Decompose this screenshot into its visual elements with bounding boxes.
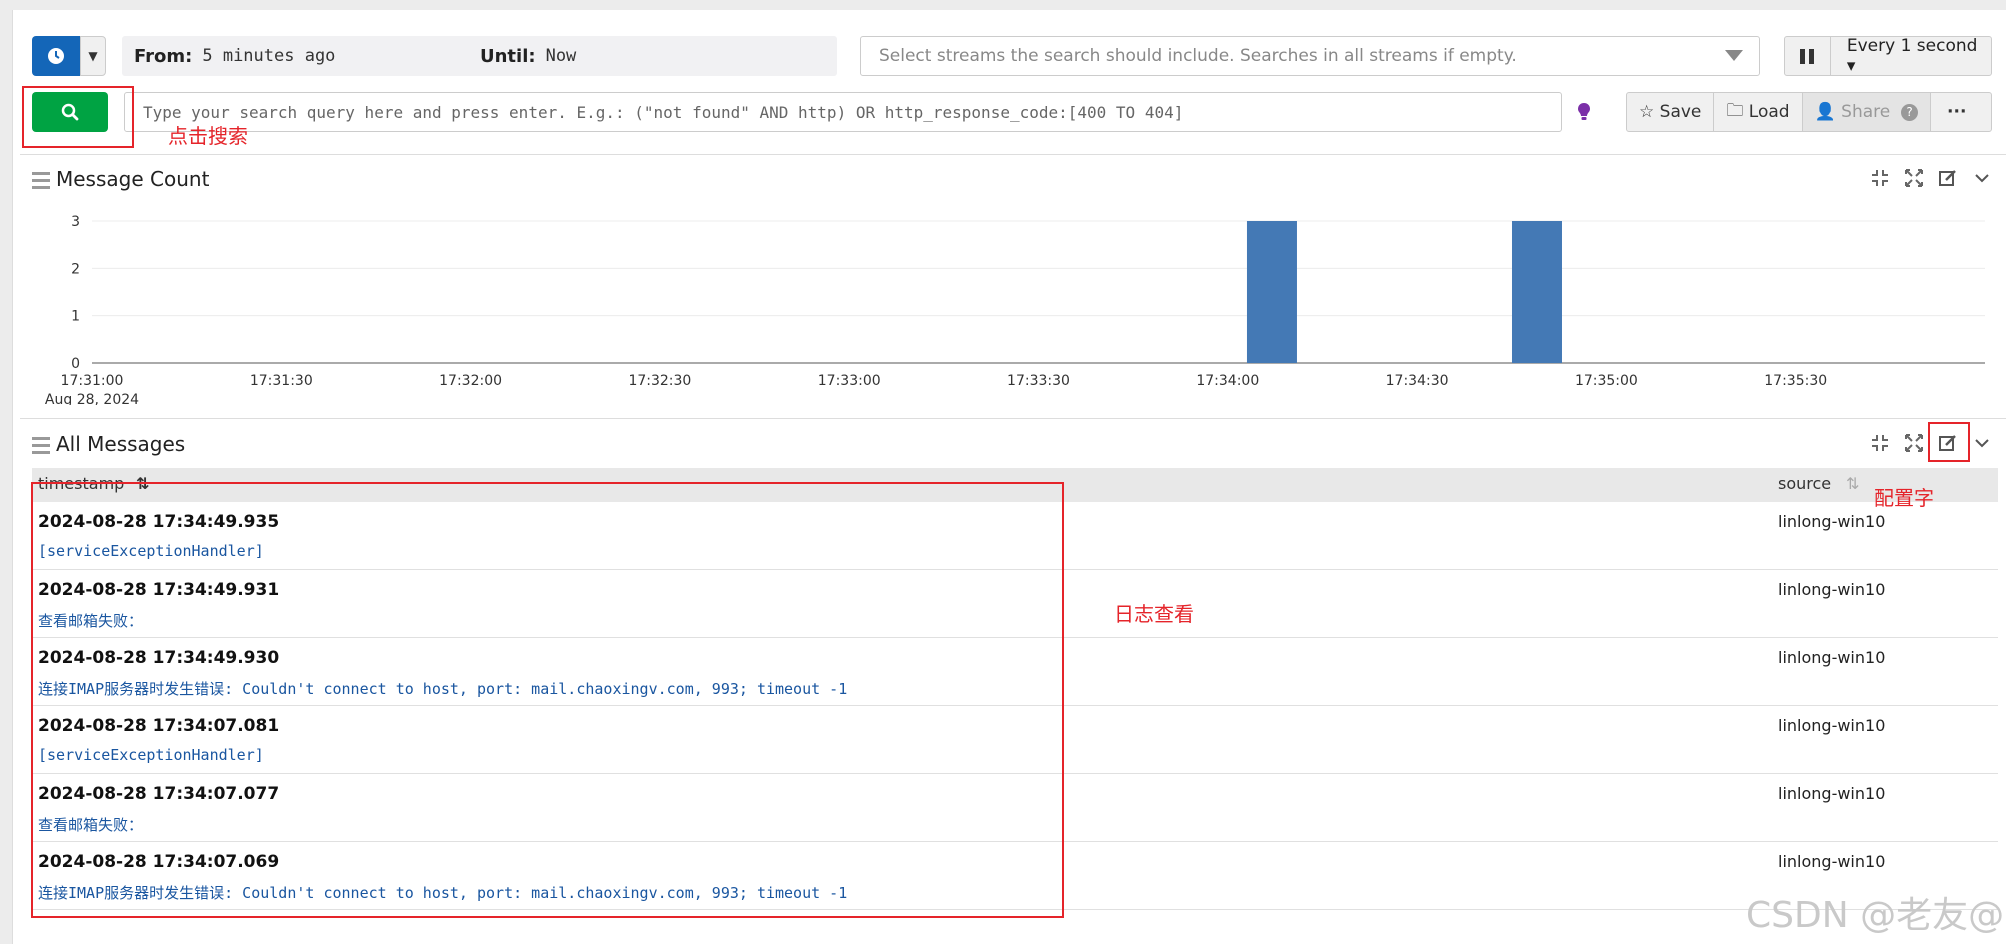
sort-icon[interactable]: ⇅ <box>1846 474 1859 493</box>
lightbulb-icon[interactable] <box>1572 100 1596 124</box>
message-count-toolbar <box>1870 168 1992 188</box>
refresh-interval-label: Every 1 second <box>1846 36 1978 56</box>
compress-icon[interactable] <box>1870 168 1890 188</box>
x-tick-label: 17:32:30 <box>628 373 691 389</box>
from-value: 5 minutes ago <box>202 46 336 66</box>
x-tick-label: 17:32:00 <box>439 373 502 389</box>
message-count-chart: 0 1 2 3 17:31:00 17:31:30 17:32:00 17:32:30 17:… <box>45 214 1985 405</box>
share-label: Share <box>1841 102 1891 122</box>
save-button[interactable]: ☆ Save <box>1627 93 1715 131</box>
load-button[interactable]: 🗀 Load <box>1714 93 1803 131</box>
x-tick-label: 17:31:30 <box>250 373 313 389</box>
row-source: linlong-win10 <box>1778 716 1886 735</box>
time-range-dropdown-toggle[interactable]: ▼ <box>80 36 106 76</box>
clock-icon <box>48 48 64 64</box>
row-source: linlong-win10 <box>1778 512 1886 531</box>
x-tick-label: 17:35:30 <box>1764 373 1827 389</box>
edit-icon[interactable] <box>1938 168 1958 188</box>
chart-bar <box>1246 221 1297 363</box>
search-actions: ☆ Save 🗀 Load 👤 Share ? ··· <box>1626 92 1992 132</box>
expand-icon[interactable] <box>1904 168 1924 188</box>
share-button[interactable]: 👤 Share ? <box>1802 93 1932 131</box>
chevron-down-icon <box>1725 50 1743 61</box>
save-label: Save <box>1659 102 1702 122</box>
row-source: linlong-win10 <box>1778 648 1886 667</box>
annotation-box-logs <box>31 482 1064 918</box>
user-plus-icon: 👤 <box>1814 102 1836 122</box>
help-icon: ? <box>1901 103 1919 121</box>
message-count-title: Message Count <box>56 167 210 191</box>
search-query-input[interactable] <box>124 92 1562 132</box>
from-label: From <box>134 45 186 67</box>
drag-handle-icon[interactable] <box>32 437 50 458</box>
streams-select[interactable]: Select streams the search should include… <box>860 36 1760 76</box>
column-header-source[interactable]: source <box>1778 474 1831 493</box>
row-source: linlong-win10 <box>1778 580 1886 599</box>
caret-down-icon: ▼ <box>88 49 98 63</box>
x-tick-label: 17:31:00 <box>61 373 124 389</box>
x-tick-label: 17:34:30 <box>1386 373 1449 389</box>
row-source: linlong-win10 <box>1778 784 1886 803</box>
time-range-type-button[interactable] <box>32 36 80 76</box>
annotation-configure-hint: 配置字 <box>1874 486 1934 510</box>
refresh-control: Every 1 second ▾ <box>1784 36 1992 76</box>
x-tick-label: 17:34:00 <box>1196 373 1259 389</box>
chevron-down-icon[interactable] <box>1972 168 1992 188</box>
more-actions-button[interactable]: ··· <box>1931 93 1982 131</box>
y-tick-label: 3 <box>71 214 80 230</box>
x-tick-label: 17:33:30 <box>1007 373 1070 389</box>
time-range-display[interactable]: From: 5 minutes ago Until: Now <box>122 36 837 76</box>
streams-placeholder: Select streams the search should include… <box>879 46 1517 66</box>
chart-bar <box>1511 221 1562 363</box>
y-tick-label: 0 <box>71 356 80 372</box>
annotation-search-hint: 点击搜索 <box>168 124 248 148</box>
annotation-box-search <box>22 86 134 148</box>
refresh-interval-dropdown[interactable]: Every 1 second ▾ <box>1831 36 1991 76</box>
star-icon: ☆ <box>1639 102 1655 122</box>
drag-handle-icon[interactable] <box>32 172 50 193</box>
annotation-logs-hint: 日志查看 <box>1114 602 1194 626</box>
y-tick-label: 1 <box>71 309 80 325</box>
pause-icon <box>1800 48 1806 64</box>
compress-icon[interactable] <box>1870 433 1890 453</box>
load-label: Load <box>1748 102 1790 122</box>
annotation-box-configure <box>1928 422 1970 462</box>
ellipsis-icon: ··· <box>1947 102 1967 122</box>
row-source: linlong-win10 <box>1778 852 1886 871</box>
watermark: CSDN @老友@ <box>1746 895 2005 936</box>
until-value: Now <box>545 46 577 66</box>
x-tick-label: 17:35:00 <box>1575 373 1638 389</box>
chevron-down-icon[interactable] <box>1972 433 1992 453</box>
y-tick-label: 2 <box>71 261 80 277</box>
pause-button[interactable] <box>1785 37 1831 75</box>
expand-icon[interactable] <box>1904 433 1924 453</box>
until-label: Until <box>480 45 529 67</box>
all-messages-title: All Messages <box>56 432 186 456</box>
chart-date-label: Aug 28, 2024 <box>45 392 139 405</box>
folder-icon: 🗀 <box>1726 100 1744 121</box>
x-tick-label: 17:33:00 <box>818 373 881 389</box>
